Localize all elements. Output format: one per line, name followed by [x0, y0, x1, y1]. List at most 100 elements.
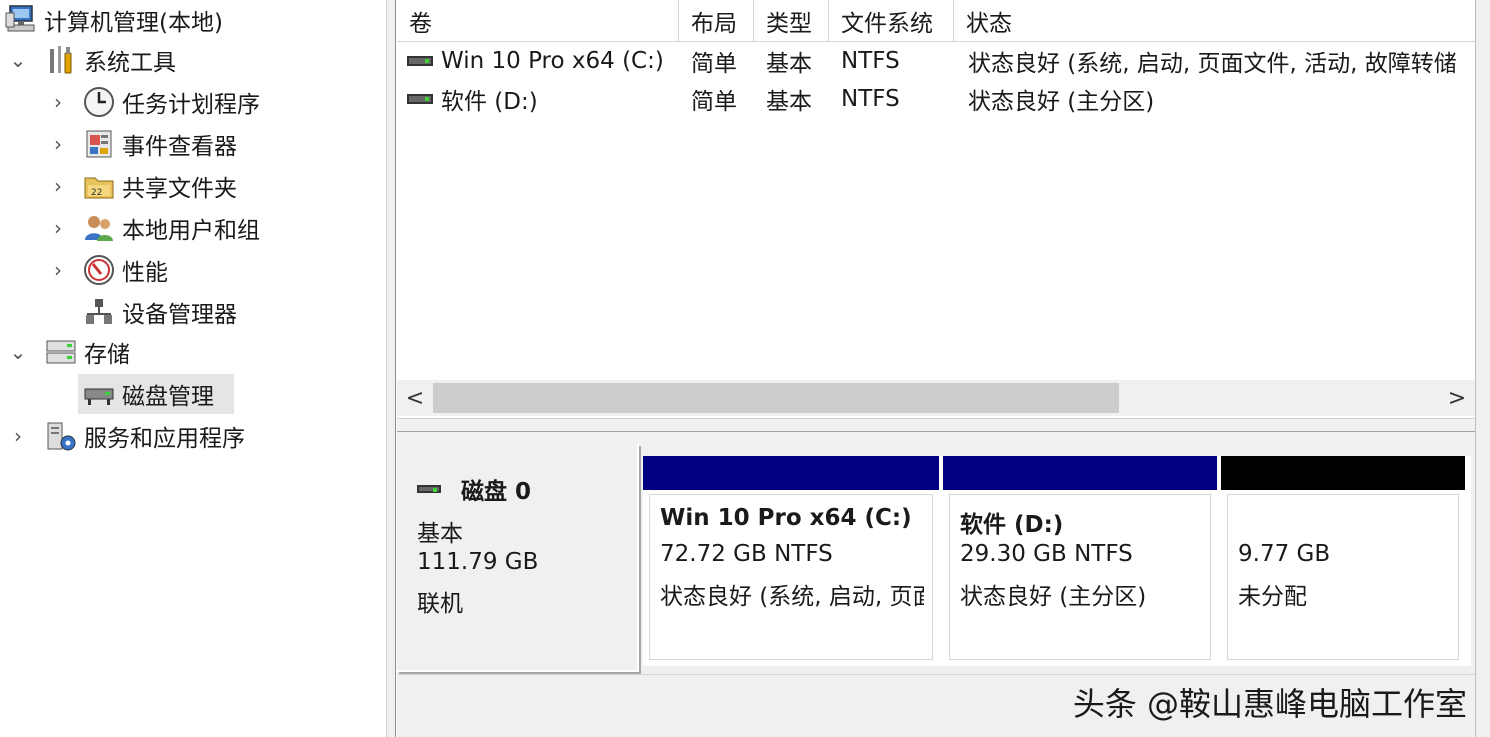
users-icon — [82, 211, 116, 245]
volume-cell: Win 10 Pro x64 (C:) — [407, 42, 679, 80]
partition-status: 未分配 — [1238, 584, 1307, 610]
volume-cell: 软件 (D:) — [407, 80, 679, 118]
tree-label: 共享文件夹 — [122, 176, 237, 202]
clock-icon — [82, 85, 116, 119]
partition-unallocated[interactable]: 9.77 GB 未分配 — [1221, 456, 1465, 666]
disk-size: 111.79 GB — [417, 549, 539, 575]
type-cell: 基本 — [766, 89, 812, 115]
column-header-volume[interactable]: 卷 — [397, 0, 679, 42]
tree-label: 本地用户和组 — [122, 218, 260, 244]
layout-cell: 简单 — [691, 89, 737, 115]
tree-item-performance[interactable]: 性能 — [82, 250, 168, 290]
svg-text:22: 22 — [91, 188, 102, 198]
services-icon — [44, 419, 78, 453]
partition-bar — [943, 456, 1217, 490]
column-header-status[interactable]: 状态 — [954, 0, 1475, 42]
disk-icon — [417, 485, 441, 493]
device-manager-icon — [82, 295, 116, 329]
tree-item-event-viewer[interactable]: 事件查看器 — [82, 124, 237, 164]
drive-icon — [407, 56, 433, 66]
volume-name: 软件 (D:) — [441, 89, 538, 115]
tree-item-system-tools[interactable]: 系统工具 — [44, 40, 176, 80]
volume-name: Win 10 Pro x64 (C:) — [441, 48, 664, 74]
computer-management-icon — [4, 3, 38, 37]
partition-status: 状态良好 (主分区) — [960, 584, 1147, 610]
system-tools-icon — [44, 43, 78, 77]
tree-label: 磁盘管理 — [122, 384, 214, 410]
disk-label[interactable]: 磁盘 0 基本 111.79 GB 联机 — [397, 444, 639, 672]
partition-title: 软件 (D:) — [960, 512, 1064, 538]
tree-label: 性能 — [122, 260, 168, 286]
pane-splitter[interactable] — [397, 418, 1475, 432]
partition-strip: Win 10 Pro x64 (C:) 72.72 GB NTFS 状态良好 (… — [643, 456, 1471, 666]
shared-folder-icon: 22 — [82, 169, 116, 203]
filesystem-cell: NTFS — [841, 48, 900, 74]
disk-management-icon — [82, 377, 116, 411]
partition-bar — [643, 456, 939, 490]
disk-state: 联机 — [417, 591, 463, 617]
chevron-down-icon[interactable]: ⌄ — [8, 40, 28, 80]
column-header-filesystem[interactable]: 文件系统 — [829, 0, 954, 42]
storage-icon — [44, 335, 78, 369]
scroll-left-button[interactable]: < — [397, 380, 433, 416]
partition-size: 29.30 GB NTFS — [960, 541, 1133, 567]
watermark: 头条 @鞍山惠峰电脑工作室 — [1072, 685, 1467, 723]
column-header-layout[interactable]: 布局 — [679, 0, 754, 42]
performance-icon — [82, 253, 116, 287]
scroll-right-button[interactable]: > — [1439, 380, 1475, 416]
scrollbar-thumb[interactable] — [433, 383, 1119, 413]
tree-item-device-manager[interactable]: 设备管理器 — [82, 292, 237, 332]
partition-box: Win 10 Pro x64 (C:) 72.72 GB NTFS 状态良好 (… — [649, 494, 933, 660]
disk-list-empty-area: 头条 @鞍山惠峰电脑工作室 — [397, 674, 1475, 737]
partition-d[interactable]: 软件 (D:) 29.30 GB NTFS 状态良好 (主分区) — [943, 456, 1217, 666]
pane-splitter[interactable] — [386, 0, 396, 737]
chevron-right-icon[interactable]: › — [48, 166, 68, 206]
partition-box: 软件 (D:) 29.30 GB NTFS 状态良好 (主分区) — [949, 494, 1211, 660]
disk-type: 基本 — [417, 521, 463, 547]
tree-label: 服务和应用程序 — [84, 426, 245, 452]
vertical-scrollbar[interactable] — [1475, 0, 1490, 737]
tree-label: 任务计划程序 — [122, 92, 260, 118]
status-cell: 状态良好 (主分区) — [968, 89, 1155, 115]
horizontal-scrollbar[interactable]: < > — [397, 380, 1475, 416]
chevron-right-icon[interactable]: › — [48, 124, 68, 164]
navigation-tree: 计算机管理(本地) ⌄ 系统工具 › 任务计划程序 › 事件查看器 › 22 共… — [0, 0, 386, 737]
tree-item-services-applications[interactable]: 服务和应用程序 — [44, 416, 245, 456]
tree-label: 设备管理器 — [122, 302, 237, 328]
partition-bar — [1221, 456, 1465, 490]
partition-title: Win 10 Pro x64 (C:) — [660, 505, 912, 531]
disk-name: 磁盘 0 — [461, 479, 532, 505]
partition-c[interactable]: Win 10 Pro x64 (C:) 72.72 GB NTFS 状态良好 (… — [643, 456, 939, 666]
chevron-down-icon[interactable]: ⌄ — [8, 332, 28, 372]
layout-cell: 简单 — [691, 51, 737, 77]
tree-label: 事件查看器 — [122, 134, 237, 160]
chevron-right-icon[interactable]: › — [48, 208, 68, 248]
volume-list-header: 卷 布局 类型 文件系统 状态 — [397, 0, 1475, 42]
partition-size: 72.72 GB NTFS — [660, 541, 833, 567]
tree-label: 计算机管理(本地) — [44, 10, 223, 36]
table-row[interactable]: Win 10 Pro x64 (C:) 简单 基本 NTFS 状态良好 (系统,… — [397, 42, 1475, 80]
tree-item-local-users-groups[interactable]: 本地用户和组 — [82, 208, 260, 248]
chevron-right-icon[interactable]: › — [48, 82, 68, 122]
tree-item-storage[interactable]: 存储 — [44, 332, 130, 372]
tree-item-disk-management[interactable]: 磁盘管理 — [78, 374, 234, 414]
table-row[interactable]: 软件 (D:) 简单 基本 NTFS 状态良好 (主分区) — [397, 80, 1475, 118]
tree-item-shared-folders[interactable]: 22 共享文件夹 — [82, 166, 237, 206]
chevron-right-icon[interactable]: › — [8, 416, 28, 456]
tree-item-task-scheduler[interactable]: 任务计划程序 — [82, 82, 260, 122]
volume-list: 卷 布局 类型 文件系统 状态 Win 10 Pro x64 (C:) 简单 基… — [397, 0, 1475, 418]
partition-size: 9.77 GB — [1238, 541, 1331, 567]
filesystem-cell: NTFS — [841, 86, 900, 112]
event-viewer-icon — [82, 127, 116, 161]
partition-status: 状态良好 (系统, 启动, 页面文件, 活动, 故障转储, 主分区) — [660, 584, 924, 610]
partition-box: 9.77 GB 未分配 — [1227, 494, 1459, 660]
column-header-type[interactable]: 类型 — [754, 0, 829, 42]
tree-label: 系统工具 — [84, 50, 176, 76]
status-cell: 状态良好 (系统, 启动, 页面文件, 活动, 故障转储 — [968, 51, 1457, 77]
tree-item-computer-management[interactable]: 计算机管理(本地) — [4, 0, 223, 40]
disk-title: 磁盘 0 — [417, 472, 531, 506]
type-cell: 基本 — [766, 51, 812, 77]
tree-label: 存储 — [84, 342, 130, 368]
chevron-right-icon[interactable]: › — [48, 250, 68, 290]
disk-graphical-view: 磁盘 0 基本 111.79 GB 联机 Win 10 Pro x64 (C:)… — [397, 432, 1475, 737]
